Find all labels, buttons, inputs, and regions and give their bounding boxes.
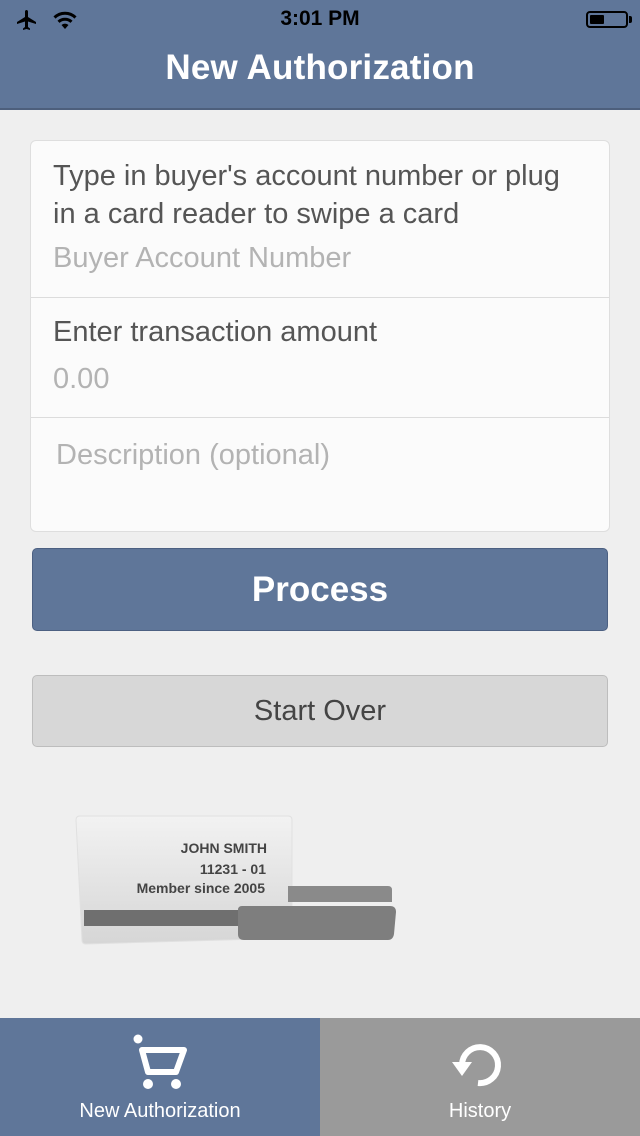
tab-bar: New Authorization History xyxy=(0,1018,640,1136)
page-title: New Authorization xyxy=(165,48,475,87)
account-section: Type in buyer's account number or plug i… xyxy=(31,141,609,298)
app-screen: 3:01 PM New Authorization Type in buyer'… xyxy=(0,0,640,1136)
card-holder-name: JOHN SMITH xyxy=(180,840,267,856)
transaction-amount-input[interactable] xyxy=(53,359,589,399)
cart-icon xyxy=(128,1032,192,1095)
description-section xyxy=(31,417,609,531)
navigation-header: 3:01 PM New Authorization xyxy=(0,0,640,110)
battery-level xyxy=(590,15,604,24)
battery-icon xyxy=(586,11,632,28)
card-reader-illustration: JOHN SMITH 11231 - 01 Member since 2005 xyxy=(70,810,410,960)
history-icon xyxy=(450,1038,510,1099)
tab-history[interactable]: History xyxy=(320,1018,640,1136)
tab-label-new-authorization: New Authorization xyxy=(79,1100,241,1122)
status-bar: 3:01 PM xyxy=(0,0,640,40)
tab-new-authorization[interactable]: New Authorization xyxy=(0,1018,320,1136)
amount-prompt: Enter transaction amount xyxy=(53,316,378,348)
card-member-since: Member since 2005 xyxy=(136,880,265,896)
description-input[interactable] xyxy=(56,435,589,475)
battery-tip xyxy=(629,16,632,23)
authorization-form: Type in buyer's account number or plug i… xyxy=(30,140,610,532)
card-account-number: 11231 - 01 xyxy=(199,861,266,877)
buyer-account-number-input[interactable] xyxy=(53,238,589,278)
status-time: 3:01 PM xyxy=(280,7,360,30)
process-button[interactable]: Process xyxy=(32,548,608,631)
account-prompt: Type in buyer's account number or plug i… xyxy=(53,160,560,230)
tab-label-history: History xyxy=(448,1100,512,1122)
amount-section: Enter transaction amount xyxy=(31,297,609,418)
start-over-button[interactable]: Start Over xyxy=(32,675,608,747)
